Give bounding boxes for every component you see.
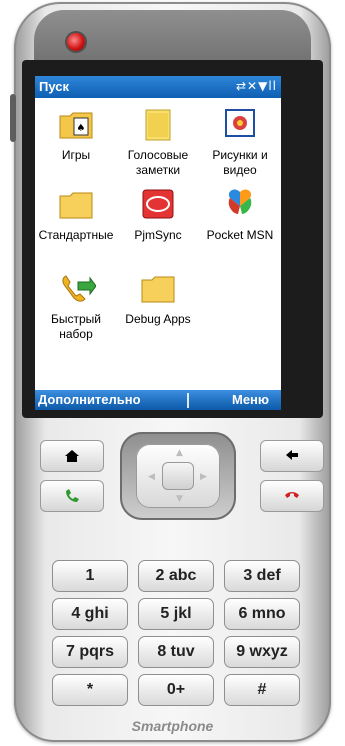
key-1[interactable]: 1 xyxy=(52,560,128,592)
start-item-pjmsync[interactable]: PjmSync xyxy=(117,184,199,243)
start-item-label: Pocket MSN xyxy=(206,228,274,242)
end-call-button[interactable] xyxy=(260,480,324,512)
key-star[interactable]: * xyxy=(52,674,128,706)
start-item-pictures[interactable]: Рисунки и видео xyxy=(199,104,281,178)
key-8[interactable]: 8 tuv xyxy=(138,636,214,668)
key-7[interactable]: 7 pqrs xyxy=(52,636,128,668)
nav-left-arrow-icon: ◀ xyxy=(148,472,155,482)
key-4[interactable]: 4 ghi xyxy=(52,598,128,630)
back-icon xyxy=(286,450,298,460)
nav-right-arrow-icon: ▶ xyxy=(200,472,207,482)
softkey-divider xyxy=(187,393,189,408)
home-button[interactable] xyxy=(40,440,104,472)
start-item-games[interactable]: ♠ Игры xyxy=(35,104,117,163)
svg-text:♠: ♠ xyxy=(77,123,86,134)
back-button[interactable] xyxy=(260,440,324,472)
screen-title: Пуск xyxy=(39,79,69,94)
softkey-right[interactable]: Меню xyxy=(232,392,269,407)
key-2[interactable]: 2 abc xyxy=(138,560,214,592)
call-button[interactable] xyxy=(40,480,104,512)
brand-label: Smartphone xyxy=(131,718,214,734)
key-6[interactable]: 6 mno xyxy=(224,598,300,630)
status-indicators: ⇄✕▼ll xyxy=(235,79,277,93)
power-button[interactable] xyxy=(67,33,85,51)
start-item-label: PjmSync xyxy=(134,228,182,242)
home-icon xyxy=(65,450,79,462)
navigation-area: ▲ ▼ ◀ ▶ xyxy=(30,432,324,520)
start-item-label: Голосовые заметки xyxy=(127,148,189,177)
games-folder-icon: ♠ xyxy=(59,112,93,139)
screen: Пуск ⇄✕▼ll ♠ Игры Голосовые заметки Рису… xyxy=(35,76,281,410)
soft-key-bar: Дополнительно Меню xyxy=(35,390,281,410)
numeric-keypad: 1 2 abc 3 def 4 ghi 5 jkl 6 mno 7 pqrs 8… xyxy=(52,560,312,710)
key-5[interactable]: 5 jkl xyxy=(138,598,214,630)
speed-dial-icon xyxy=(62,275,96,302)
start-item-standard[interactable]: Стандартные xyxy=(35,184,117,243)
start-item-label: Быстрый набор xyxy=(51,312,101,341)
softkey-left[interactable]: Дополнительно xyxy=(38,392,141,407)
folder-icon xyxy=(59,192,93,219)
phone-call-icon xyxy=(66,489,79,502)
start-item-label: Стандартные xyxy=(38,228,114,242)
key-hash[interactable]: # xyxy=(224,674,300,706)
nav-up-arrow-icon: ▲ xyxy=(176,448,183,458)
voice-notes-icon xyxy=(145,109,171,141)
start-item-debug-apps[interactable]: Debug Apps xyxy=(117,268,199,327)
nav-down-arrow-icon: ▼ xyxy=(176,494,183,504)
start-item-speed-dial[interactable]: Быстрый набор xyxy=(35,268,117,342)
pictures-video-icon xyxy=(225,109,255,137)
key-3[interactable]: 3 def xyxy=(224,560,300,592)
start-item-voice-notes[interactable]: Голосовые заметки xyxy=(117,104,199,178)
title-bar: Пуск ⇄✕▼ll xyxy=(35,76,281,98)
start-grid: ♠ Игры Голосовые заметки Рисунки и видео xyxy=(35,98,281,390)
key-9[interactable]: 9 wxyz xyxy=(224,636,300,668)
folder-icon xyxy=(141,276,175,303)
start-item-label: Игры xyxy=(61,148,91,162)
start-item-label: Рисунки и видео xyxy=(212,148,268,177)
start-item-pocket-msn[interactable]: Pocket MSN xyxy=(199,184,281,243)
navigation-center-button[interactable] xyxy=(162,462,194,490)
side-button[interactable] xyxy=(10,94,16,142)
phone-end-icon xyxy=(285,492,299,498)
pjmsync-icon xyxy=(142,189,174,219)
start-item-label: Debug Apps xyxy=(125,312,191,326)
pocket-msn-icon xyxy=(228,189,252,214)
key-0[interactable]: 0+ xyxy=(138,674,214,706)
